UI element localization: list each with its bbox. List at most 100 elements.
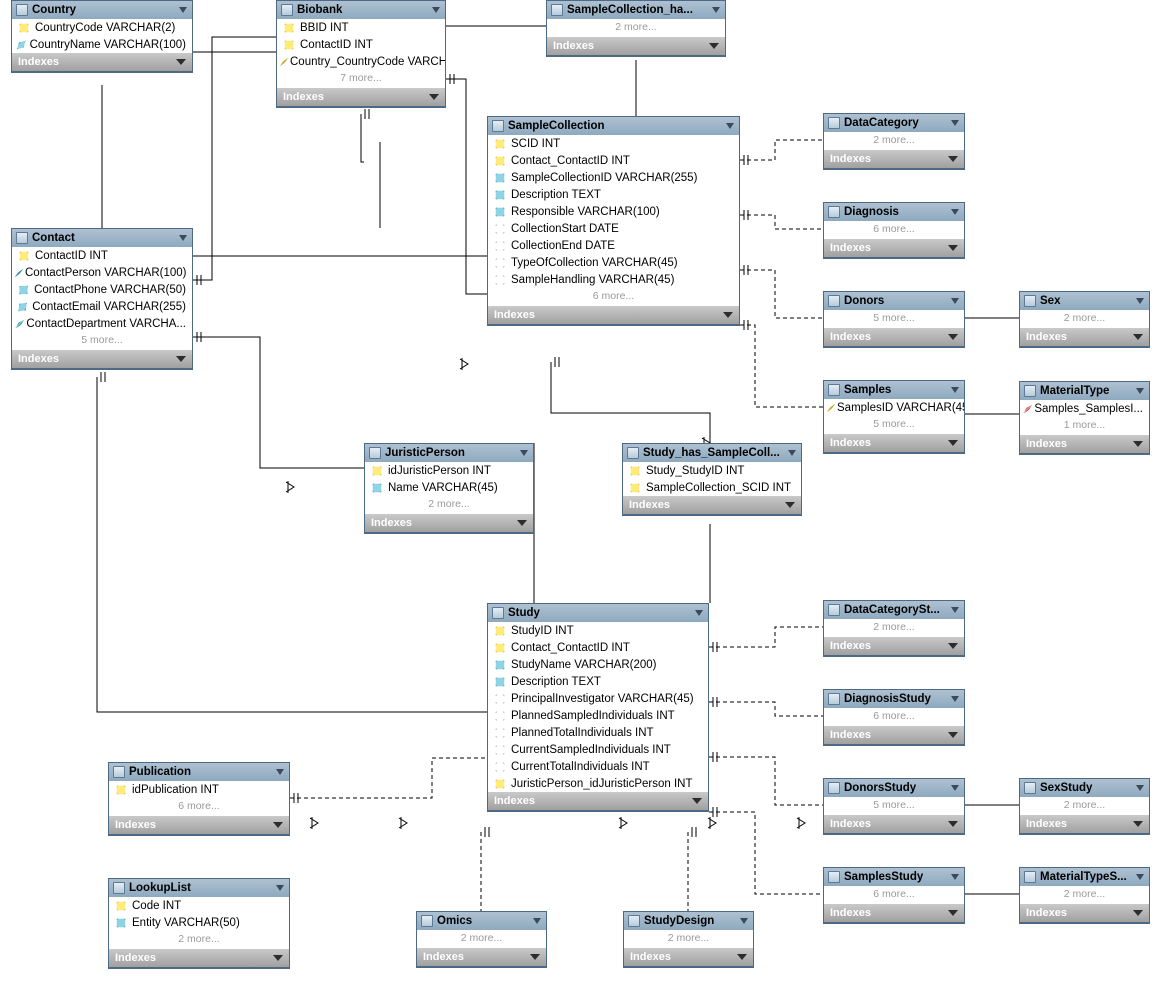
table-header[interactable]: Samples (824, 381, 964, 399)
more-link[interactable]: 2 more... (824, 619, 964, 637)
table-Omics[interactable]: Omics 2 more... Indexes (416, 911, 547, 967)
expand-icon[interactable] (176, 356, 186, 362)
table-Contact[interactable]: Contact ContactID INTContactPerson VARCH… (11, 228, 193, 369)
more-link[interactable]: 6 more... (109, 798, 289, 816)
more-link[interactable]: 6 more... (824, 221, 964, 239)
more-link[interactable]: 2 more... (624, 930, 753, 948)
more-link[interactable]: 6 more... (488, 288, 739, 306)
expand-icon[interactable] (948, 910, 958, 916)
collapse-icon[interactable] (951, 607, 959, 613)
table-header[interactable]: Diagnosis (824, 203, 964, 221)
collapse-icon[interactable] (726, 123, 734, 129)
collapse-icon[interactable] (276, 769, 284, 775)
more-link[interactable]: 5 more... (824, 310, 964, 328)
expand-icon[interactable] (948, 643, 958, 649)
expand-icon[interactable] (723, 312, 733, 318)
indexes-section[interactable]: Indexes (488, 306, 739, 324)
collapse-icon[interactable] (179, 7, 187, 13)
table-header[interactable]: Contact (12, 229, 192, 247)
table-header[interactable]: DataCategory (824, 114, 964, 132)
indexes-section[interactable]: Indexes (624, 948, 753, 966)
indexes-section[interactable]: Indexes (488, 792, 708, 810)
expand-icon[interactable] (1133, 334, 1143, 340)
table-DataCategory[interactable]: DataCategory 2 more... Indexes (823, 113, 965, 169)
expand-icon[interactable] (948, 732, 958, 738)
table-MaterialType[interactable]: MaterialType Samples_SamplesI...1 more..… (1019, 381, 1150, 454)
indexes-section[interactable]: Indexes (1020, 435, 1149, 453)
indexes-section[interactable]: Indexes (417, 948, 546, 966)
expand-icon[interactable] (785, 502, 795, 508)
table-Publication[interactable]: Publication idPublication INT6 more... I… (108, 762, 290, 835)
more-link[interactable]: 6 more... (824, 708, 964, 726)
collapse-icon[interactable] (951, 785, 959, 791)
expand-icon[interactable] (273, 955, 283, 961)
table-SexStudy[interactable]: SexStudy 2 more... Indexes (1019, 778, 1150, 834)
table-header[interactable]: Study_has_SampleColl... (623, 444, 801, 462)
table-DonorsStudy[interactable]: DonorsStudy 5 more... Indexes (823, 778, 965, 834)
expand-icon[interactable] (948, 156, 958, 162)
more-link[interactable]: 6 more... (824, 886, 964, 904)
table-SamplesStudy[interactable]: SamplesStudy 6 more... Indexes (823, 867, 965, 923)
expand-icon[interactable] (429, 94, 439, 100)
collapse-icon[interactable] (951, 696, 959, 702)
table-DataCategorySt[interactable]: DataCategorySt... 2 more... Indexes (823, 600, 965, 656)
collapse-icon[interactable] (788, 450, 796, 456)
table-Study[interactable]: Study StudyID INTContact_ContactID INTSt… (487, 603, 709, 811)
expand-icon[interactable] (692, 798, 702, 804)
expand-icon[interactable] (737, 954, 747, 960)
table-header[interactable]: Publication (109, 763, 289, 781)
collapse-icon[interactable] (740, 918, 748, 924)
collapse-icon[interactable] (276, 885, 284, 891)
more-link[interactable]: 2 more... (824, 132, 964, 150)
table-header[interactable]: Omics (417, 912, 546, 930)
table-header[interactable]: LookupList (109, 879, 289, 897)
indexes-section[interactable]: Indexes (1020, 328, 1149, 346)
table-header[interactable]: SampleCollection (488, 117, 739, 135)
indexes-section[interactable]: Indexes (824, 150, 964, 168)
table-header[interactable]: SampleCollection_ha... (547, 1, 725, 19)
collapse-icon[interactable] (951, 874, 959, 880)
table-header[interactable]: DonorsStudy (824, 779, 964, 797)
table-header[interactable]: MaterialType (1020, 382, 1149, 400)
table-SampleCollection[interactable]: SampleCollection SCID INTContact_Contact… (487, 116, 740, 325)
collapse-icon[interactable] (179, 235, 187, 241)
more-link[interactable]: 7 more... (277, 70, 445, 88)
indexes-section[interactable]: Indexes (109, 816, 289, 834)
expand-icon[interactable] (709, 43, 719, 49)
indexes-section[interactable]: Indexes (824, 904, 964, 922)
table-LookupList[interactable]: LookupList Code INTEntity VARCHAR(50)2 m… (108, 878, 290, 968)
expand-icon[interactable] (176, 59, 186, 65)
table-header[interactable]: DataCategorySt... (824, 601, 964, 619)
table-header[interactable]: SexStudy (1020, 779, 1149, 797)
collapse-icon[interactable] (951, 298, 959, 304)
table-Diagnosis[interactable]: Diagnosis 6 more... Indexes (823, 202, 965, 258)
collapse-icon[interactable] (520, 450, 528, 456)
more-link[interactable]: 2 more... (109, 931, 289, 949)
collapse-icon[interactable] (1136, 874, 1144, 880)
table-header[interactable]: Study (488, 604, 708, 622)
table-header[interactable]: JuristicPerson (365, 444, 533, 462)
indexes-section[interactable]: Indexes (824, 434, 964, 452)
indexes-section[interactable]: Indexes (547, 37, 725, 55)
table-header[interactable]: Donors (824, 292, 964, 310)
indexes-section[interactable]: Indexes (365, 514, 533, 532)
collapse-icon[interactable] (1136, 388, 1144, 394)
more-link[interactable]: 2 more... (1020, 797, 1149, 815)
table-Sex[interactable]: Sex 2 more... Indexes (1019, 291, 1150, 347)
collapse-icon[interactable] (951, 209, 959, 215)
indexes-section[interactable]: Indexes (1020, 815, 1149, 833)
table-JuristicPerson[interactable]: JuristicPerson idJuristicPerson INTName … (364, 443, 534, 533)
more-link[interactable]: 5 more... (824, 797, 964, 815)
indexes-section[interactable]: Indexes (1020, 904, 1149, 922)
indexes-section[interactable]: Indexes (824, 726, 964, 744)
table-header[interactable]: Country (12, 1, 192, 19)
table-header[interactable]: Sex (1020, 292, 1149, 310)
indexes-section[interactable]: Indexes (109, 949, 289, 967)
expand-icon[interactable] (948, 821, 958, 827)
table-StudyDesign[interactable]: StudyDesign 2 more... Indexes (623, 911, 754, 967)
expand-icon[interactable] (1133, 821, 1143, 827)
indexes-section[interactable]: Indexes (12, 53, 192, 71)
indexes-section[interactable]: Indexes (277, 88, 445, 106)
table-Study_has_SampleColl[interactable]: Study_has_SampleColl... Study_StudyID IN… (622, 443, 802, 515)
more-link[interactable]: 1 more... (1020, 417, 1149, 435)
